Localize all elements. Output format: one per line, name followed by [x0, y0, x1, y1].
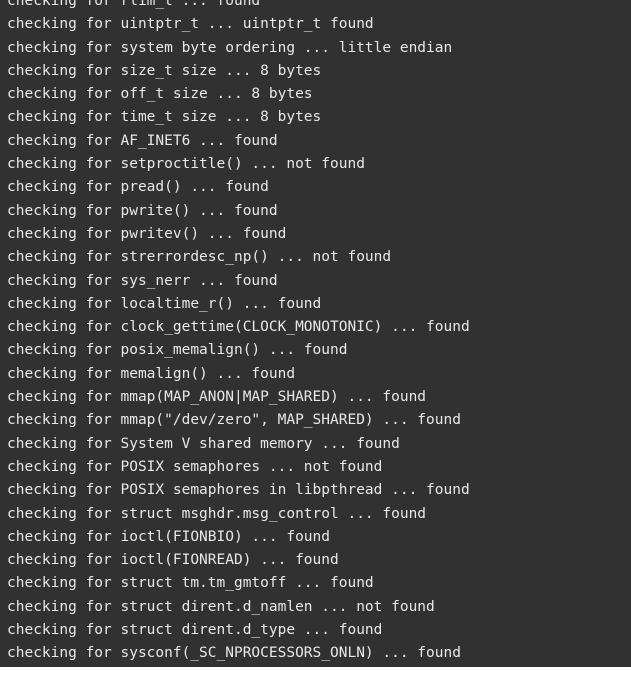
- terminal-line: checking for struct msghdr.msg_control .…: [7, 505, 427, 522]
- terminal-line: checking for mmap("/dev/zero", MAP_SHARE…: [7, 412, 461, 429]
- terminal-line: checking for pwritev() ... found: [7, 225, 287, 242]
- terminal-line: checking for time_t size ... 8 bytes: [7, 109, 322, 126]
- terminal-line: checking for off_t size ... 8 bytes: [7, 86, 313, 103]
- terminal-line: checking for clock_gettime(CLOCK_MONOTON…: [7, 319, 470, 336]
- terminal-line: checking for sys_nerr ... found: [7, 272, 278, 289]
- terminal-line: checking for System V shared memory ... …: [7, 435, 400, 452]
- terminal-line: checking for ioctl(FIONREAD) ... found: [7, 552, 339, 569]
- terminal-output[interactable]: checking for rlim_t ... found checking fo…: [0, 0, 631, 666]
- terminal-line: checking for rlim_t ... found: [7, 0, 261, 9]
- terminal-line: checking for setproctitle() ... not foun…: [7, 156, 365, 173]
- terminal-line: checking for localtime_r() ... found: [7, 295, 322, 312]
- terminal-line: checking for struct dirent.d_namlen ... …: [7, 598, 435, 615]
- terminal-line: checking for uintptr_t ... uintptr_t fou…: [7, 16, 374, 33]
- terminal-line: checking for mmap(MAP_ANON|MAP_SHARED) .…: [7, 389, 427, 406]
- terminal-line: checking for posix_memalign() ... found: [7, 342, 348, 359]
- terminal-line: checking for sysconf(_SC_NPROCESSORS_ONL…: [7, 645, 461, 662]
- terminal-line: checking for strerrordesc_np() ... not f…: [7, 249, 392, 266]
- terminal-line: checking for system byte ordering ... li…: [7, 39, 453, 56]
- terminal-line: checking for struct dirent.d_type ... fo…: [7, 622, 383, 639]
- terminal-line: checking for size_t size ... 8 bytes: [7, 62, 322, 79]
- terminal-line: checking for ioctl(FIONBIO) ... found: [7, 528, 331, 545]
- window-bottom-edge: [0, 667, 631, 675]
- terminal-window[interactable]: checking for rlim_t ... found checking fo…: [0, 0, 631, 667]
- terminal-line: checking for pread() ... found: [7, 179, 269, 196]
- terminal-line: checking for POSIX semaphores in libpthr…: [7, 482, 470, 499]
- terminal-line: checking for POSIX semaphores ... not fo…: [7, 458, 383, 475]
- terminal-line: checking for AF_INET6 ... found: [7, 132, 278, 149]
- terminal-line: checking for pwrite() ... found: [7, 202, 278, 219]
- terminal-line: checking for memalign() ... found: [7, 365, 296, 382]
- terminal-line: checking for struct tm.tm_gmtoff ... fou…: [7, 575, 374, 592]
